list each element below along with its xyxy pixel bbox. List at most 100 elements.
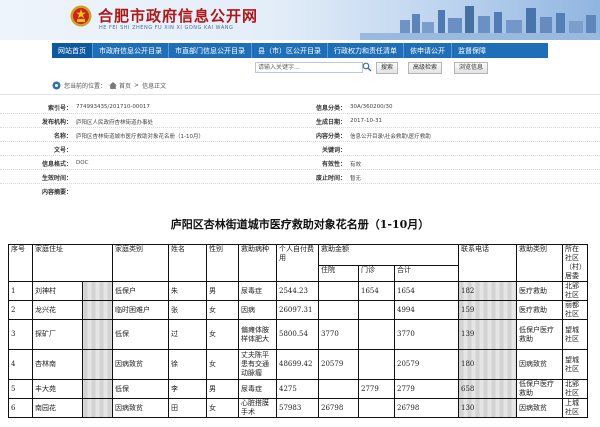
- cell-address-redacted: [82, 281, 113, 301]
- cell-address-redacted: [82, 349, 113, 380]
- nav-department-catalog[interactable]: 市直部门信息公开目录: [169, 43, 252, 58]
- cell-self-pay: 4275: [276, 379, 319, 399]
- cell-total: 1654: [394, 281, 459, 301]
- nav-county-catalog[interactable]: 县（市）区公开目录: [252, 43, 328, 58]
- cell-total: 3770: [394, 319, 459, 350]
- cell-inpatient-text: 20579: [321, 360, 344, 368]
- cell-address-redacted: [82, 398, 113, 418]
- nav-apply-disclosure[interactable]: 依申请公开: [404, 43, 452, 58]
- search-icon[interactable]: [362, 62, 372, 72]
- cell-relief-category-text: 低保户医疗救助: [519, 380, 554, 398]
- breadcrumb-prefix: 您当前的位置：: [64, 82, 107, 90]
- table-row: 3 探矿厂 低保 过 女 偏瘫体胺样体肥大 5800.54 3770 3770 139 低保户医疗救…: [8, 319, 588, 350]
- cell-illness-text: 丈夫陈平患有交通动脉瘤: [241, 351, 269, 377]
- cell-relief-category: 因病致贫: [516, 398, 563, 418]
- nav-city-catalog[interactable]: 市政府信息公开目录: [93, 43, 169, 58]
- cell-sex-text: 女: [209, 360, 216, 368]
- cell-total: 26798: [394, 398, 459, 418]
- cell-name-text: 李: [171, 384, 178, 393]
- cell-relief-category-text: 医疗救助: [519, 286, 547, 295]
- publisher-value: 庐阳区人民政府杏林街道办事处: [76, 120, 154, 126]
- content-category-value: 信息公开目录\社会救助\医疗救助: [350, 134, 431, 140]
- cell-illness-text: 尿毒症: [241, 384, 262, 393]
- cell-phone-text: 130: [461, 403, 475, 412]
- cell-sex-text: 女: [209, 305, 216, 314]
- col-family-address: 家庭住址: [32, 244, 113, 282]
- cell-sex-text: 男: [209, 384, 216, 393]
- cell-total-text: 3770: [397, 330, 415, 338]
- home-icon: [109, 81, 118, 89]
- main-nav: 网站首页 市政府信息公开目录 市直部门信息公开目录 县（市）区公开目录 行政权力…: [52, 43, 548, 58]
- col-inpatient: 住院: [318, 265, 359, 282]
- cell-address: 探矿厂: [32, 319, 83, 350]
- nav-home[interactable]: 网站首页: [52, 43, 93, 58]
- col-seq: 序号: [8, 244, 33, 282]
- cell-address-text: 刘神村: [35, 286, 56, 295]
- info-category-label: 信息分类：: [315, 105, 346, 112]
- col-total: 合计: [394, 265, 459, 282]
- cell-community: 丽都社区: [562, 300, 588, 320]
- cell-relief-category: 医疗救助: [516, 300, 563, 320]
- cell-address: 刘神村: [32, 281, 83, 301]
- cell-family-category: 低保: [112, 319, 169, 350]
- city-skyline-banner: [360, 6, 600, 40]
- national-emblem-icon: [70, 5, 92, 27]
- cell-seq: 4: [8, 349, 33, 380]
- cell-self-pay-text: 5800.54: [279, 330, 308, 338]
- cell-total-text: 1654: [397, 286, 415, 295]
- cell-outpatient-text: 1654: [361, 286, 379, 295]
- cell-address-redacted: [82, 379, 113, 399]
- cell-self-pay-text: 4275: [279, 384, 297, 393]
- cell-total-text: 4994: [397, 305, 415, 314]
- col-phone: 联系电话: [458, 244, 517, 282]
- cell-name: 朱: [168, 281, 207, 301]
- col-community: 所在社区（村）居委: [562, 244, 588, 282]
- nav-power-list[interactable]: 行政权力和责任清单: [328, 43, 404, 58]
- cell-address-text: 龙兴花: [35, 305, 56, 314]
- cell-sex-text: 女: [209, 330, 216, 338]
- cell-phone-text: 658: [461, 384, 475, 393]
- cell-sex: 男: [206, 379, 239, 399]
- cell-outpatient: 2779: [358, 379, 395, 399]
- cell-phone: 130: [458, 398, 517, 418]
- doc-no-label: 文号：: [53, 147, 72, 154]
- table-row: 2 龙兴花 临时困难户 张 女 因病 26097.31 4994 159 医疗救助 丽都社区: [8, 300, 588, 320]
- cell-seq-text: 1: [11, 286, 16, 295]
- cell-outpatient: [358, 349, 395, 380]
- nav-supervision[interactable]: 监督保障: [452, 43, 492, 58]
- breadcrumb-home[interactable]: 首页: [119, 81, 131, 90]
- cell-self-pay: 2544.23: [276, 281, 319, 301]
- carrier-label: 信息格式：: [41, 161, 72, 168]
- col-sex: 性别: [206, 244, 239, 282]
- cell-sex: 女: [206, 398, 239, 418]
- document-metadata: 索引号： 774993435/201710-00017 信息分类： 30A/36…: [0, 101, 600, 211]
- cell-seq: 5: [8, 379, 33, 399]
- cell-family-category: 临时困难户: [112, 300, 169, 320]
- cell-family-category: 低保: [112, 379, 169, 399]
- advanced-search-button[interactable]: 高级检索: [408, 62, 443, 74]
- divider: [0, 94, 600, 95]
- cell-name: 李: [168, 379, 207, 399]
- search-button[interactable]: 搜索: [376, 62, 399, 74]
- document-title: 庐阳区杏林街道城市医疗救助对象花名册（1-10月）: [170, 218, 430, 231]
- site-pinyin: HE FEI SHI ZHENG FU XIN XI GONG KAI WANG: [99, 25, 234, 31]
- cell-relief-category-text: 低保户医疗救助: [519, 325, 554, 343]
- site-title[interactable]: 合肥市政府信息公开网: [98, 5, 258, 26]
- cell-self-pay: 5800.54: [276, 319, 319, 350]
- cell-community: 上城社区: [562, 398, 588, 418]
- cell-phone: 139: [458, 319, 517, 350]
- cell-relief-category: 医疗救助: [516, 281, 563, 301]
- col-self-pay: 个人自付费用: [276, 244, 319, 282]
- cell-illness-text: 尿毒症: [241, 286, 262, 295]
- site-header: 合肥市政府信息公开网 HE FEI SHI ZHENG FU XIN XI GO…: [0, 0, 600, 40]
- cell-self-pay-text: 2544.23: [279, 286, 308, 295]
- cell-self-pay-text: 26097.31: [279, 305, 313, 314]
- search-input[interactable]: 请输入关键字...: [255, 62, 363, 73]
- cell-community-text: 丽都社区: [565, 301, 579, 319]
- cell-community-text: 上城社区: [565, 399, 579, 417]
- cell-phone: 658: [458, 379, 517, 399]
- cell-address-redacted: [82, 319, 113, 350]
- browse-info-button[interactable]: 浏览信息: [454, 62, 489, 74]
- abolish-date-value: 暂无: [350, 176, 362, 182]
- index-no-label: 索引号：: [47, 105, 72, 112]
